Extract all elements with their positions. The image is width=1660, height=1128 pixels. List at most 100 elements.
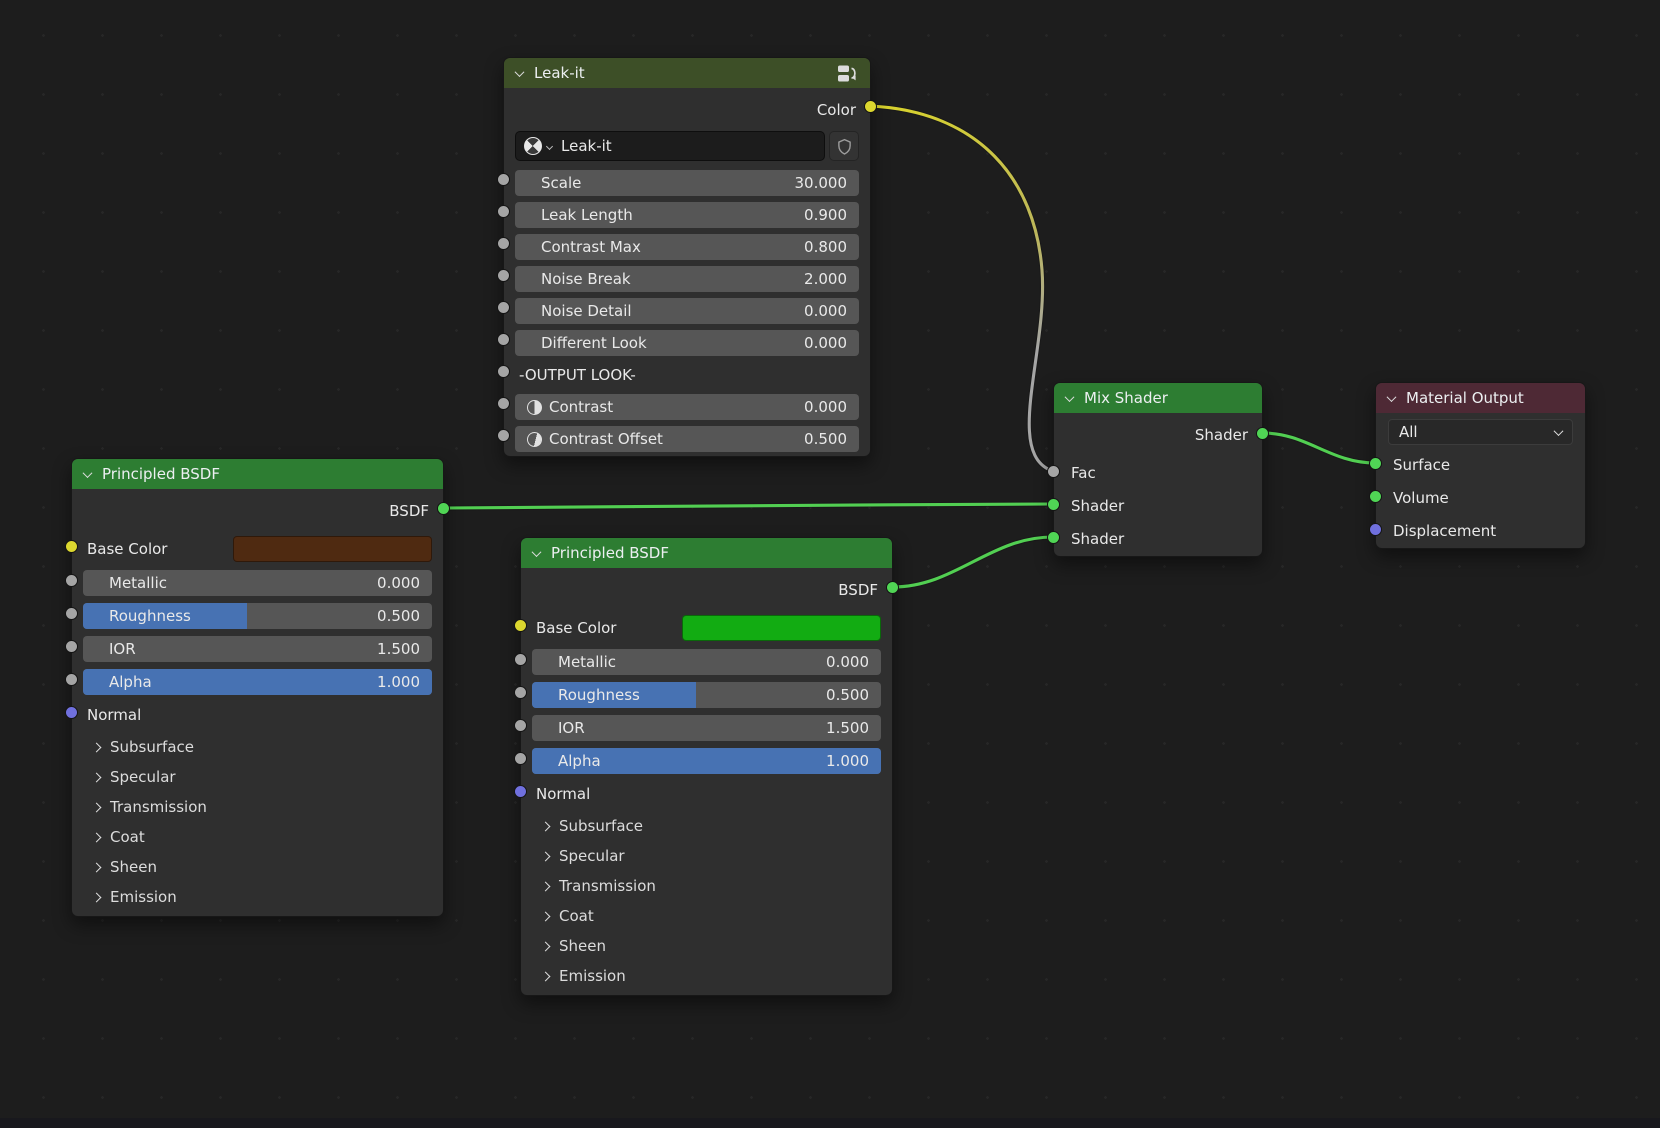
slider-metallic[interactable]: Metallic 0.000: [532, 649, 881, 675]
socket-input-metallic[interactable]: [65, 574, 78, 587]
section-label: Emission: [559, 967, 626, 985]
node-mix-shader[interactable]: Mix Shader Shader Fac Shader Shader: [1053, 382, 1263, 557]
node-leakit-header[interactable]: Leak-it: [504, 58, 870, 88]
socket-input-base-color[interactable]: [514, 619, 527, 632]
chevron-down-icon[interactable]: [83, 468, 93, 478]
section-subsurface[interactable]: Subsurface: [83, 732, 432, 762]
slider-scale[interactable]: Scale 30.000: [515, 170, 859, 196]
socket-input-leak-length[interactable]: [497, 205, 510, 218]
slider-leak-length[interactable]: Leak Length 0.900: [515, 202, 859, 228]
slider-contrast-offset[interactable]: Contrast Offset 0.500: [515, 426, 859, 452]
slider-noise-break[interactable]: Noise Break 2.000: [515, 266, 859, 292]
base-color-swatch[interactable]: [682, 615, 881, 641]
slider-noise-detail[interactable]: Noise Detail 0.000: [515, 298, 859, 324]
node-editor-canvas[interactable]: Leak-it Color Sca: [0, 0, 1660, 1128]
socket-input-normal[interactable]: [65, 706, 78, 719]
socket-output-color[interactable]: [864, 100, 877, 113]
socket-input-ior[interactable]: [514, 719, 527, 732]
chevron-down-icon[interactable]: [1387, 392, 1397, 402]
slider-label: Metallic: [532, 653, 616, 671]
section-label: Transmission: [110, 798, 207, 816]
node-leakit[interactable]: Leak-it Color Sca: [503, 57, 871, 457]
nodetree-name-input[interactable]: [561, 137, 816, 155]
section-sheen[interactable]: Sheen: [83, 852, 432, 882]
node-header[interactable]: Material Output: [1376, 383, 1585, 413]
normal-row: Normal: [83, 702, 432, 728]
chevron-right-icon: [92, 832, 102, 842]
slider-ior[interactable]: IOR 1.500: [532, 715, 881, 741]
section-label: Subsurface: [559, 817, 643, 835]
socket-output-shader[interactable]: [1256, 427, 1269, 440]
chevron-down-icon[interactable]: [515, 67, 525, 77]
chevron-down-icon[interactable]: [532, 547, 542, 557]
slider-ior[interactable]: IOR 1.500: [83, 636, 432, 662]
section-coat[interactable]: Coat: [83, 822, 432, 852]
material-sphere-icon[interactable]: [524, 137, 542, 155]
socket-input-roughness[interactable]: [514, 686, 527, 699]
slider-value: 1.000: [826, 752, 881, 770]
socket-output-bsdf[interactable]: [437, 502, 450, 515]
socket-input-different-look[interactable]: [497, 333, 510, 346]
socket-input-output-look[interactable]: [497, 365, 510, 378]
slider-contrast[interactable]: Contrast 0.000: [515, 394, 859, 420]
socket-input-displacement[interactable]: [1369, 523, 1382, 536]
render-target-dropdown[interactable]: All: [1388, 419, 1573, 445]
slider-different-look[interactable]: Different Look 0.000: [515, 330, 859, 356]
node-header[interactable]: Principled BSDF: [521, 538, 892, 568]
socket-input-base-color[interactable]: [65, 540, 78, 553]
base-color-swatch[interactable]: [233, 536, 432, 562]
section-label: Sheen: [110, 858, 157, 876]
section-transmission[interactable]: Transmission: [532, 871, 881, 901]
nodetree-name-field[interactable]: [515, 131, 825, 161]
slider-label: Alpha: [532, 752, 601, 770]
browse-chevron-icon[interactable]: [546, 142, 553, 149]
socket-input-metallic[interactable]: [514, 653, 527, 666]
socket-input-ior[interactable]: [65, 640, 78, 653]
output-row-color: Color: [518, 98, 856, 122]
slider-value: 0.500: [804, 430, 859, 448]
slider-roughness[interactable]: Roughness 0.500: [83, 603, 432, 629]
separator-label: -OUTPUT LOOK-: [519, 366, 636, 384]
normal-row: Normal: [532, 781, 881, 807]
socket-input-normal[interactable]: [514, 785, 527, 798]
socket-input-roughness[interactable]: [65, 607, 78, 620]
node-header[interactable]: Principled BSDF: [72, 459, 443, 489]
socket-input-volume[interactable]: [1369, 490, 1382, 503]
node-header[interactable]: Mix Shader: [1054, 383, 1262, 413]
node-principled-bsdf-1[interactable]: Principled BSDF BSDF Base Color Metallic…: [71, 458, 444, 917]
node-material-output[interactable]: Material Output All Surface Volume Displ…: [1375, 382, 1586, 549]
socket-input-alpha[interactable]: [514, 752, 527, 765]
section-specular[interactable]: Specular: [83, 762, 432, 792]
socket-input-fac[interactable]: [1047, 465, 1060, 478]
slider-roughness[interactable]: Roughness 0.500: [532, 682, 881, 708]
slider-contrast-max[interactable]: Contrast Max 0.800: [515, 234, 859, 260]
socket-input-scale[interactable]: [497, 173, 510, 186]
section-emission[interactable]: Emission: [83, 882, 432, 912]
chevron-right-icon: [92, 742, 102, 752]
socket-input-noise-break[interactable]: [497, 269, 510, 282]
fake-user-button[interactable]: [829, 131, 859, 161]
socket-input-alpha[interactable]: [65, 673, 78, 686]
socket-output-bsdf[interactable]: [886, 581, 899, 594]
chevron-down-icon[interactable]: [1065, 392, 1075, 402]
socket-input-surface[interactable]: [1369, 457, 1382, 470]
input-label: Shader: [1071, 497, 1124, 515]
socket-input-noise-detail[interactable]: [497, 301, 510, 314]
slider-alpha[interactable]: Alpha 1.000: [532, 748, 881, 774]
chevron-right-icon: [92, 862, 102, 872]
socket-input-contrast-offset[interactable]: [497, 429, 510, 442]
section-transmission[interactable]: Transmission: [83, 792, 432, 822]
node-principled-bsdf-2[interactable]: Principled BSDF BSDF Base Color Metallic…: [520, 537, 893, 996]
socket-input-contrast-max[interactable]: [497, 237, 510, 250]
socket-input-contrast[interactable]: [497, 397, 510, 410]
slider-alpha[interactable]: Alpha 1.000: [83, 669, 432, 695]
socket-input-shader-1[interactable]: [1047, 498, 1060, 511]
section-label: Transmission: [559, 877, 656, 895]
section-specular[interactable]: Specular: [532, 841, 881, 871]
section-emission[interactable]: Emission: [532, 961, 881, 991]
section-sheen[interactable]: Sheen: [532, 931, 881, 961]
slider-metallic[interactable]: Metallic 0.000: [83, 570, 432, 596]
section-coat[interactable]: Coat: [532, 901, 881, 931]
section-subsurface[interactable]: Subsurface: [532, 811, 881, 841]
socket-input-shader-2[interactable]: [1047, 531, 1060, 544]
